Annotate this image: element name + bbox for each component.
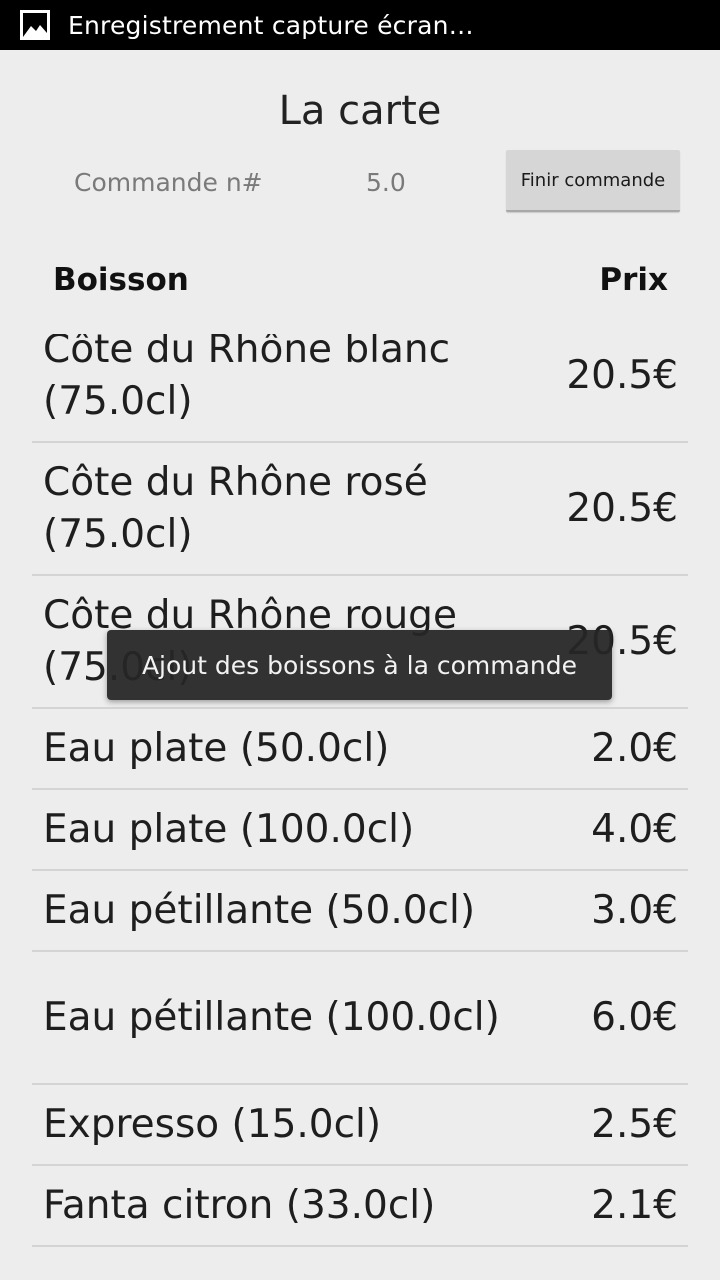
drink-price: 20.5€ (566, 486, 678, 531)
drink-price: 2.1€ (591, 1183, 678, 1228)
list-item[interactable]: Côte du Rhône blanc (75.0cl) 20.5€ (32, 334, 688, 443)
order-number-value: 5.0 (366, 168, 406, 197)
drink-price: 20.5€ (566, 353, 678, 398)
drink-price: 4.0€ (591, 807, 678, 852)
drink-name: Fanta citron (33.0cl) (43, 1182, 436, 1228)
drink-price: 3.0€ (591, 888, 678, 933)
drink-name: Expresso (15.0cl) (43, 1101, 382, 1147)
image-icon (20, 10, 50, 40)
order-number-label: Commande n# (74, 168, 263, 197)
list-item[interactable]: Eau plate (50.0cl) 2.0€ (32, 709, 688, 790)
drink-price: 2.0€ (591, 726, 678, 771)
drink-list[interactable]: Côte du Rhône blanc (75.0cl) 20.5€ Côte … (32, 334, 688, 1280)
drink-name: Eau pétillante (100.0cl) (43, 994, 500, 1040)
drink-name: Eau pétillante (50.0cl) (43, 887, 476, 933)
drink-price: 6.0€ (591, 995, 678, 1040)
drink-price: 2.5€ (591, 1102, 678, 1147)
drink-name: Eau plate (100.0cl) (43, 806, 415, 852)
list-item[interactable]: Côte du Rhône rosé (75.0cl) 20.5€ (32, 443, 688, 576)
list-item[interactable]: Expresso (15.0cl) 2.5€ (32, 1085, 688, 1166)
drink-name: Eau plate (50.0cl) (43, 725, 390, 771)
list-item[interactable]: Eau plate (100.0cl) 4.0€ (32, 790, 688, 871)
column-header-price: Prix (599, 262, 668, 298)
finish-order-button[interactable]: Finir commande (506, 150, 680, 212)
notification-text: Enregistrement capture écran… (68, 10, 474, 40)
status-bar: Enregistrement capture écran… (0, 0, 720, 50)
drink-name: Côte du Rhône rosé (75.0cl) (43, 459, 428, 557)
column-header-drink: Boisson (53, 262, 189, 298)
toast-notification: Ajout des boissons à la commande (107, 630, 612, 700)
list-item[interactable]: Fanta citron (33.0cl) 2.1€ (32, 1166, 688, 1247)
list-item[interactable]: Eau pétillante (100.0cl) 6.0€ (32, 952, 688, 1085)
main-screen: La carte Commande n# 5.0 Finir commande … (0, 50, 720, 1280)
page-title: La carte (278, 88, 442, 134)
drink-name: Côte du Rhône blanc (75.0cl) (43, 334, 451, 424)
list-item[interactable]: Eau pétillante (50.0cl) 3.0€ (32, 871, 688, 952)
